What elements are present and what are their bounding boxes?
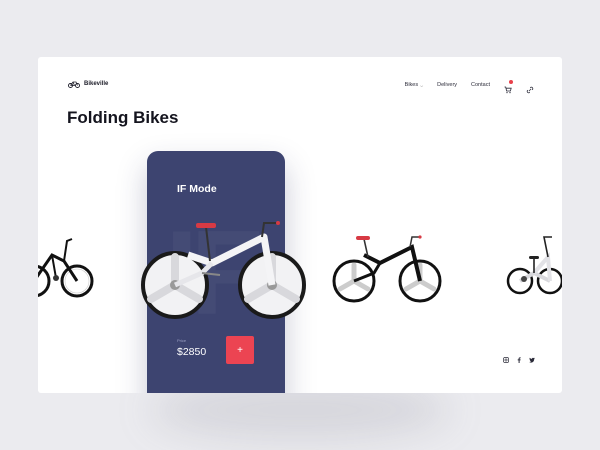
nav-item-label: Bikes (404, 82, 419, 88)
brand-name: Bikeville (84, 81, 109, 87)
page-title: Folding Bikes (67, 108, 179, 127)
bike-image-middle[interactable] (332, 233, 444, 305)
nav-item-label: Contact (471, 82, 490, 88)
facebook-icon[interactable] (516, 357, 522, 363)
top-nav: Bikes ⌵ Delivery Contact (405, 80, 534, 94)
social-links (503, 357, 535, 363)
chevron-down-icon: ⌵ (420, 82, 424, 88)
main-card: Bikeville Bikes ⌵ Delivery Contact Foldi… (38, 57, 562, 393)
twitter-icon[interactable] (529, 357, 535, 363)
bike-logo-icon (68, 81, 80, 88)
nav-item-contact[interactable]: Contact (471, 82, 490, 88)
bike-image-right[interactable] (504, 235, 562, 305)
nav-item-delivery[interactable]: Delivery (437, 82, 457, 88)
featured-product-name: IF Mode (177, 183, 217, 195)
nav-item-bikes[interactable]: Bikes ⌵ (405, 82, 424, 88)
cart-badge (509, 80, 513, 84)
price-label: Price (177, 338, 187, 343)
instagram-icon[interactable] (503, 357, 509, 363)
bike-image-left[interactable] (38, 233, 104, 305)
nav-item-label: Delivery (437, 82, 458, 88)
link-icon[interactable] (526, 81, 534, 94)
brand-logo[interactable]: Bikeville (68, 80, 108, 88)
cart-icon[interactable] (504, 80, 513, 94)
price-value: $2850 (177, 346, 207, 358)
add-to-cart-button[interactable]: + (226, 336, 254, 364)
bike-image-featured[interactable] (140, 215, 310, 325)
